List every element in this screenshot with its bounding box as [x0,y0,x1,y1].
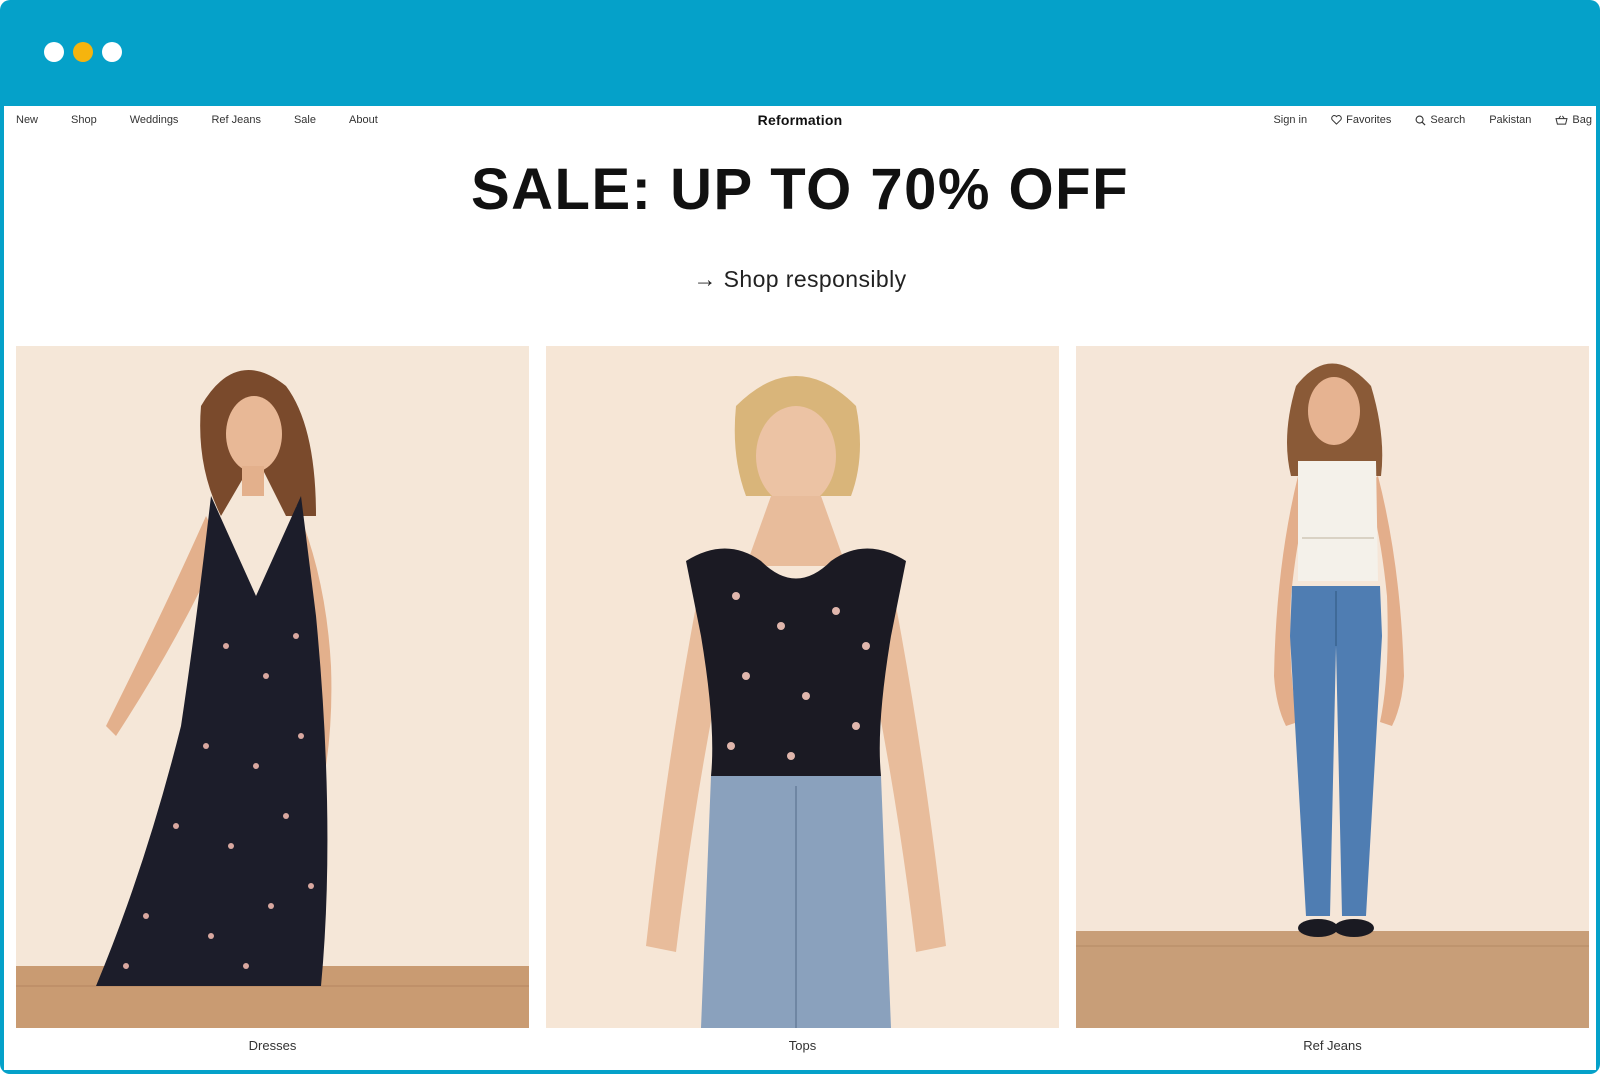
sale-headline: SALE: UP TO 70% OFF [470,157,1130,222]
dresses-photo[interactable] [16,346,529,1028]
search-link[interactable]: Search [1415,114,1465,126]
category-label-dresses[interactable]: Dresses [249,1038,297,1053]
category-label-tops[interactable]: Tops [789,1038,816,1053]
window-dot-close[interactable] [44,42,64,62]
sign-in-link[interactable]: Sign in [1273,114,1307,126]
browser-frame: New Shop Weddings Ref Jeans Sale About R… [0,0,1600,1074]
search-label: Search [1430,114,1466,126]
window-dot-maximize[interactable] [102,42,122,62]
heart-icon [1331,115,1342,125]
category-card-tops[interactable]: Tops [546,346,1059,1053]
search-icon [1415,115,1426,126]
tops-photo[interactable] [546,346,1059,1028]
bag-link[interactable]: Bag [1555,114,1592,126]
bag-label: Bag [1572,114,1592,126]
country-label: Pakistan [1489,114,1532,126]
favorites-link[interactable]: Favorites [1331,114,1391,126]
category-card-ref-jeans[interactable]: Ref Jeans [1076,346,1589,1053]
window-dot-minimize[interactable] [73,42,93,62]
nav-right: Sign in Favorites Search Pakistan Bag [1249,114,1592,126]
shop-responsibly-link[interactable]: → Shop responsibly [4,266,1596,293]
category-label-ref-jeans[interactable]: Ref Jeans [1303,1038,1362,1053]
bag-icon [1555,115,1569,125]
window-controls [44,42,122,62]
page-viewport: New Shop Weddings Ref Jeans Sale About R… [4,106,1596,1070]
category-grid: Dresses Tops Ref Jeans [16,346,1590,1053]
favorites-label: Favorites [1346,114,1392,126]
top-nav: New Shop Weddings Ref Jeans Sale About R… [4,106,1596,136]
sign-in-label: Sign in [1273,114,1308,126]
category-card-dresses[interactable]: Dresses [16,346,529,1053]
country-selector[interactable]: Pakistan [1489,114,1531,126]
ref-jeans-photo[interactable] [1076,346,1589,1028]
